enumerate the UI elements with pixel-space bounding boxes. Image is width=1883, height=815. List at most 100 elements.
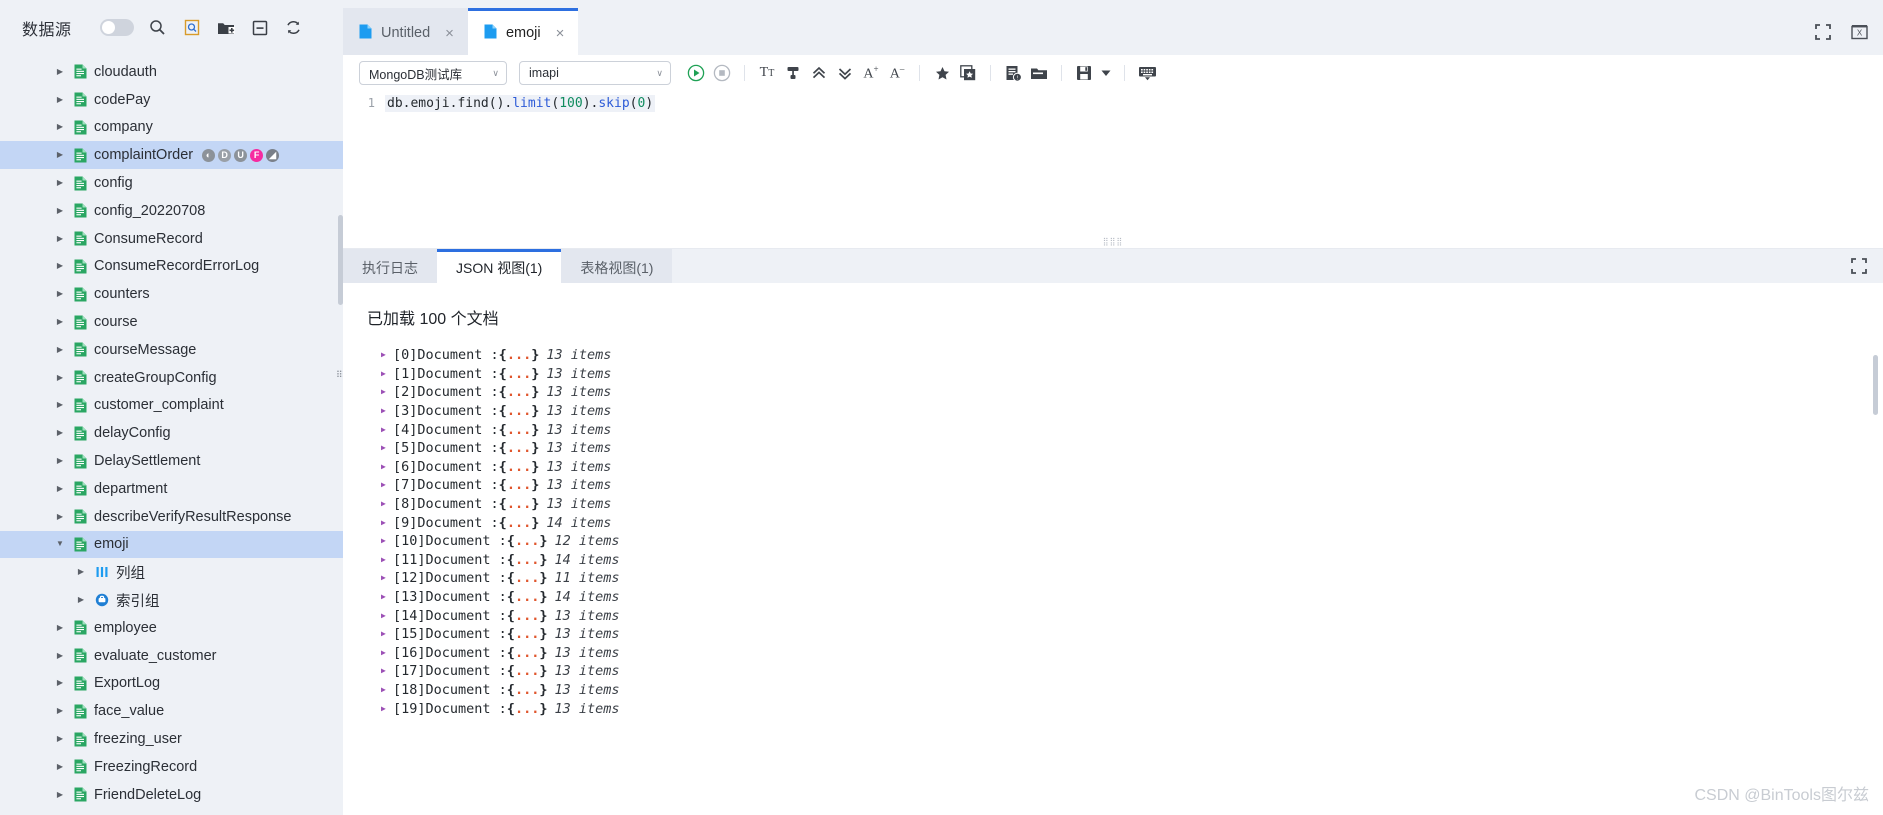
status-badge[interactable]: F [250,148,264,162]
tree-item-creategroupconfig[interactable]: ▶ createGroupConfig [0,364,343,392]
document-row[interactable]: ▶ [10] Document : {...} 12 items [367,532,1883,551]
result-scrollbar[interactable] [1873,355,1878,415]
tree-item-config[interactable]: ▶ config [0,169,343,197]
document-row[interactable]: ▶ [3] Document : {...} 13 items [367,402,1883,421]
tree-item-describeverifyresultresponse[interactable]: ▶ describeVerifyResultResponse [0,503,343,531]
search-icon[interactable] [148,18,168,38]
tree-item-counters[interactable]: ▶ counters [0,280,343,308]
add-favorite-button[interactable] [957,62,979,84]
editor-result-splitter[interactable]: ⣿⣿⣿ [343,235,1883,249]
tree-item-face_value[interactable]: ▶ face_value [0,697,343,725]
tab-json-view[interactable]: JSON 视图(1) [437,249,562,283]
document-row[interactable]: ▶ [1] Document : {...} 13 items [367,365,1883,384]
chevron-right-icon[interactable]: ▶ [381,537,393,545]
document-row[interactable]: ▶ [7] Document : {...} 13 items [367,476,1883,495]
close-icon[interactable]: × [445,26,454,41]
tree-item-freezing_user[interactable]: ▶ freezing_user [0,725,343,753]
document-row[interactable]: ▶ [14] Document : {...} 13 items [367,606,1883,625]
tree-item-course[interactable]: ▶ course [0,308,343,336]
tree-item--[interactable]: ▶ 索引组 [0,586,343,614]
status-badge[interactable]: ◐ [202,148,216,162]
chevron-right-icon[interactable]: ▶ [52,429,68,437]
refresh-icon[interactable] [284,18,304,38]
close-icon[interactable]: × [556,26,565,41]
chevron-right-icon[interactable]: ▶ [381,407,393,415]
new-folder-icon[interactable] [216,18,236,38]
chevron-right-icon[interactable]: ▶ [52,623,68,632]
chevron-right-icon[interactable]: ▶ [52,234,68,243]
chevron-right-icon[interactable]: ▶ [52,262,68,270]
chevron-right-icon[interactable]: ▶ [52,790,68,799]
chevron-right-icon[interactable]: ▶ [52,318,68,326]
tree-item-freezingrecord[interactable]: ▶ FreezingRecord [0,753,343,781]
chevron-right-icon[interactable]: ▶ [381,685,393,694]
tree-item-frienddeletelog[interactable]: ▶ FriendDeleteLog [0,781,343,809]
document-row[interactable]: ▶ [0] Document : {...} 13 items [367,346,1883,365]
open-folder-button[interactable] [1028,62,1050,84]
chevron-right-icon[interactable]: ▶ [381,593,393,601]
tree-item-config_20220708[interactable]: ▶ config_20220708 [0,197,343,225]
chevron-right-icon[interactable]: ▶ [52,151,68,159]
fullscreen-icon[interactable] [1813,22,1833,42]
chevron-right-icon[interactable]: ▶ [52,179,68,187]
document-row[interactable]: ▶ [17] Document : {...} 13 items [367,662,1883,681]
tree-item-company[interactable]: ▶ company [0,114,343,142]
chevron-right-icon[interactable]: ▶ [381,648,393,657]
document-row[interactable]: ▶ [18] Document : {...} 13 items [367,681,1883,700]
chevron-right-icon[interactable]: ▶ [381,462,393,471]
tree-item-emoji[interactable]: ▼ emoji [0,530,343,559]
chevron-right-icon[interactable]: ▶ [52,290,68,298]
tree-item-coursemessage[interactable]: ▶ courseMessage [0,336,343,364]
save-dropdown-button[interactable] [1099,62,1113,84]
sidebar-resize-handle[interactable]: ⣿⣿ [336,370,343,388]
chevron-right-icon[interactable]: ▶ [52,67,68,76]
chevron-right-icon[interactable]: ▶ [52,95,68,104]
tree-item-employee[interactable]: ▶ employee [0,614,343,642]
export-excel-icon[interactable]: X [1849,22,1869,42]
document-row[interactable]: ▶ [4] Document : {...} 13 items [367,420,1883,439]
chevron-right-icon[interactable]: ▶ [52,679,68,687]
tree-item-customer_complaint[interactable]: ▶ customer_complaint [0,392,343,420]
chevron-right-icon[interactable]: ▶ [52,373,68,382]
chevron-right-icon[interactable]: ▶ [52,123,68,131]
status-badge[interactable]: ◢ [266,148,280,162]
query-file-icon[interactable] [182,18,202,38]
font-increase-button[interactable]: A+ [860,62,882,84]
chevron-right-icon[interactable]: ▶ [381,630,393,638]
status-badge[interactable]: U [234,148,248,162]
chevron-down-icon[interactable]: ▼ [52,540,68,548]
chevron-right-icon[interactable]: ▶ [381,555,393,564]
fullscreen-icon[interactable] [1849,256,1869,276]
document-row[interactable]: ▶ [11] Document : {...} 14 items [367,551,1883,570]
chevron-right-icon[interactable]: ▶ [52,345,68,354]
font-decrease-button[interactable]: A– [886,62,908,84]
chevron-right-icon[interactable]: ▶ [73,596,89,604]
editor-code-area[interactable]: db.emoji.find().limit(100).skip(0) [385,94,1883,235]
tree-item-codepay[interactable]: ▶ codePay [0,86,343,114]
beautify-button[interactable] [782,62,804,84]
document-row[interactable]: ▶ [2] Document : {...} 13 items [367,383,1883,402]
chevron-right-icon[interactable]: ▶ [52,735,68,743]
chevron-right-icon[interactable]: ▶ [381,388,393,396]
chevron-right-icon[interactable]: ▶ [381,369,393,378]
chevron-right-icon[interactable]: ▶ [381,704,393,713]
chevron-right-icon[interactable]: ▶ [381,574,393,582]
chevron-right-icon[interactable]: ▶ [381,667,393,675]
visibility-toggle[interactable] [99,19,134,36]
document-row[interactable]: ▶ [8] Document : {...} 13 items [367,495,1883,514]
chevron-right-icon[interactable]: ▶ [73,568,89,576]
run-query-button[interactable] [685,62,707,84]
query-editor[interactable]: 1 db.emoji.find().limit(100).skip(0) [343,87,1883,235]
connection-select[interactable]: MongoDB测试库 ∨ [359,61,507,85]
favorite-button[interactable] [931,62,953,84]
move-down-button[interactable] [834,62,856,84]
tree-item-cloudauth[interactable]: ▶ cloudauth [0,58,343,86]
chevron-right-icon[interactable]: ▶ [52,651,68,660]
tree-item-exportlog[interactable]: ▶ ExportLog [0,670,343,698]
tree-item-complaintorder[interactable]: ▶ complaintOrder ◐ D U F ◢ [0,141,343,170]
document-row[interactable]: ▶ [5] Document : {...} 13 items [367,439,1883,458]
tree-item--[interactable]: ▶ 列组 [0,558,343,586]
tree-item-department[interactable]: ▶ department [0,475,343,503]
chevron-right-icon[interactable]: ▶ [52,206,68,215]
tab-execution-log[interactable]: 执行日志 [343,249,437,283]
